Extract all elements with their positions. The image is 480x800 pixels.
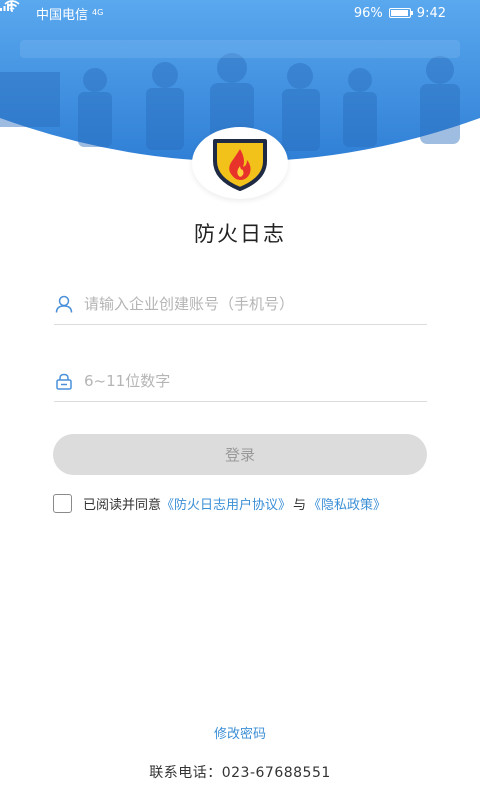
password-field: [54, 360, 427, 402]
network-type: 4G: [92, 7, 104, 17]
status-bar: 中国电信 4G 96% 9:42: [0, 0, 480, 26]
app-logo: [192, 127, 288, 199]
agreement-prefix: 已阅读并同意: [83, 498, 162, 513]
password-input[interactable]: [84, 371, 427, 390]
account-input[interactable]: [84, 294, 427, 313]
agreement-row: 已阅读并同意 《防火日志用户协议》 与 《隐私政策》: [53, 494, 386, 513]
carrier-name: 中国电信: [36, 7, 89, 23]
login-button[interactable]: 登录: [53, 434, 427, 475]
app-title: 防火日志: [194, 222, 286, 246]
fire-shield-icon: [213, 139, 267, 191]
change-password-link[interactable]: 修改密码: [0, 723, 480, 742]
account-field: [54, 283, 427, 325]
user-icon: [54, 294, 74, 314]
battery-percent: 96%: [353, 5, 383, 21]
battery-icon: [388, 8, 413, 18]
privacy-policy-link[interactable]: 《隐私政策》: [308, 494, 386, 513]
agreement-conjunction: 与: [293, 498, 307, 513]
user-agreement-link[interactable]: 《防火日志用户协议》: [161, 494, 291, 513]
wifi-icon: [4, 0, 20, 12]
contact-phone: 联系电话：023-67688551: [149, 765, 331, 781]
agree-checkbox[interactable]: [53, 494, 72, 513]
clock-time: 9:42: [416, 5, 446, 21]
lock-icon: [54, 371, 74, 391]
